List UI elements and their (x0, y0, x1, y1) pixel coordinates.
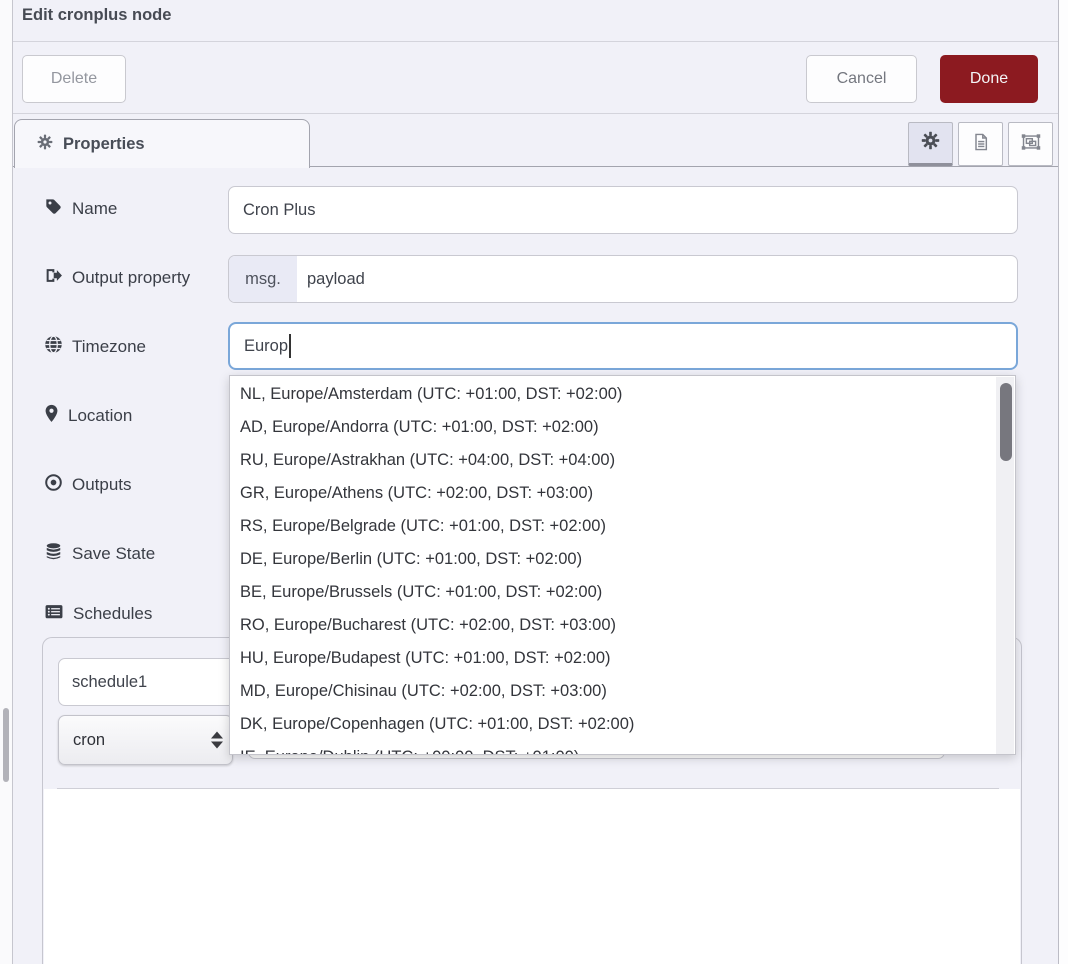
left-scrollbar-thumb[interactable] (3, 708, 9, 782)
dropdown-item[interactable]: RO, Europe/Bucharest (UTC: +02:00, DST: … (230, 609, 995, 642)
save-state-label: Save State (44, 542, 155, 566)
dialog-titlebar: Edit cronplus node (13, 0, 1058, 42)
dot-circle-icon (44, 473, 63, 497)
dropdown-item[interactable]: AD, Europe/Andorra (UTC: +01:00, DST: +0… (230, 411, 995, 444)
schedule-type-value: cron (73, 731, 105, 750)
output-property-value: payload (297, 270, 365, 289)
outputs-label: Outputs (44, 473, 132, 497)
dropdown-item[interactable]: RS, Europe/Belgrade (UTC: +01:00, DST: +… (230, 510, 995, 543)
database-icon (44, 542, 63, 566)
dropdown-item[interactable]: BE, Europe/Brussels (UTC: +01:00, DST: +… (230, 576, 995, 609)
tag-icon (44, 197, 63, 221)
dropdown-item[interactable]: DK, Europe/Copenhagen (UTC: +01:00, DST:… (230, 708, 995, 741)
schedule-type-select[interactable]: cron (58, 715, 233, 765)
timezone-dropdown-list: NL, Europe/Amsterdam (UTC: +01:00, DST: … (230, 378, 995, 755)
dropdown-item[interactable]: NL, Europe/Amsterdam (UTC: +01:00, DST: … (230, 378, 995, 411)
dropdown-item[interactable]: DE, Europe/Berlin (UTC: +01:00, DST: +02… (230, 543, 995, 576)
dialog-title: Edit cronplus node (22, 6, 171, 25)
dropdown-item[interactable]: RU, Europe/Astrakhan (UTC: +04:00, DST: … (230, 444, 995, 477)
name-input[interactable] (228, 186, 1018, 234)
tab-button-description[interactable] (958, 122, 1003, 166)
text-caret (289, 334, 291, 358)
timezone-label: Timezone (44, 335, 146, 359)
tab-button-properties[interactable] (908, 122, 953, 166)
select-stepper-icon (211, 732, 223, 749)
dropdown-item[interactable]: MD, Europe/Chisinau (UTC: +02:00, DST: +… (230, 675, 995, 708)
sign-out-icon (44, 266, 63, 290)
tab-button-appearance[interactable] (1008, 122, 1053, 166)
done-button[interactable]: Done (940, 55, 1038, 103)
tab-properties-label: Properties (63, 135, 145, 154)
location-label: Location (44, 404, 132, 428)
workspace-right-edge (1058, 0, 1068, 964)
map-marker-icon (44, 404, 59, 428)
workspace-left-edge (0, 0, 13, 964)
dropdown-item[interactable]: GR, Europe/Athens (UTC: +02:00, DST: +03… (230, 477, 995, 510)
name-label: Name (44, 197, 117, 221)
gear-icon (37, 134, 53, 155)
timezone-dropdown: NL, Europe/Amsterdam (UTC: +01:00, DST: … (229, 375, 1016, 755)
output-property-label: Output property (44, 266, 190, 290)
timezone-input-value: Europ (244, 337, 288, 356)
delete-button[interactable]: Delete (22, 55, 126, 103)
document-icon (971, 132, 991, 157)
tab-properties[interactable]: Properties (14, 119, 310, 168)
timezone-input[interactable]: Europ (228, 322, 1018, 370)
dropdown-item[interactable]: IE, Europe/Dublin (UTC: +00:00, DST: +01… (230, 741, 995, 755)
schedules-label: Schedules (44, 602, 152, 626)
schedules-detail-area (44, 789, 1020, 964)
edit-cronplus-dialog: Edit cronplus node Delete Cancel Done Pr… (0, 0, 1068, 964)
dropdown-item[interactable]: HU, Europe/Budapest (UTC: +01:00, DST: +… (230, 642, 995, 675)
object-group-icon (1020, 131, 1042, 158)
msg-prefix-button[interactable]: msg. (229, 256, 297, 302)
cancel-button[interactable]: Cancel (806, 55, 917, 103)
gear-icon (921, 131, 940, 155)
output-property-input[interactable]: msg. payload (228, 255, 1018, 303)
dropdown-scrollbar-thumb[interactable] (1000, 383, 1012, 461)
globe-icon (44, 335, 63, 359)
list-alt-icon (44, 602, 64, 626)
